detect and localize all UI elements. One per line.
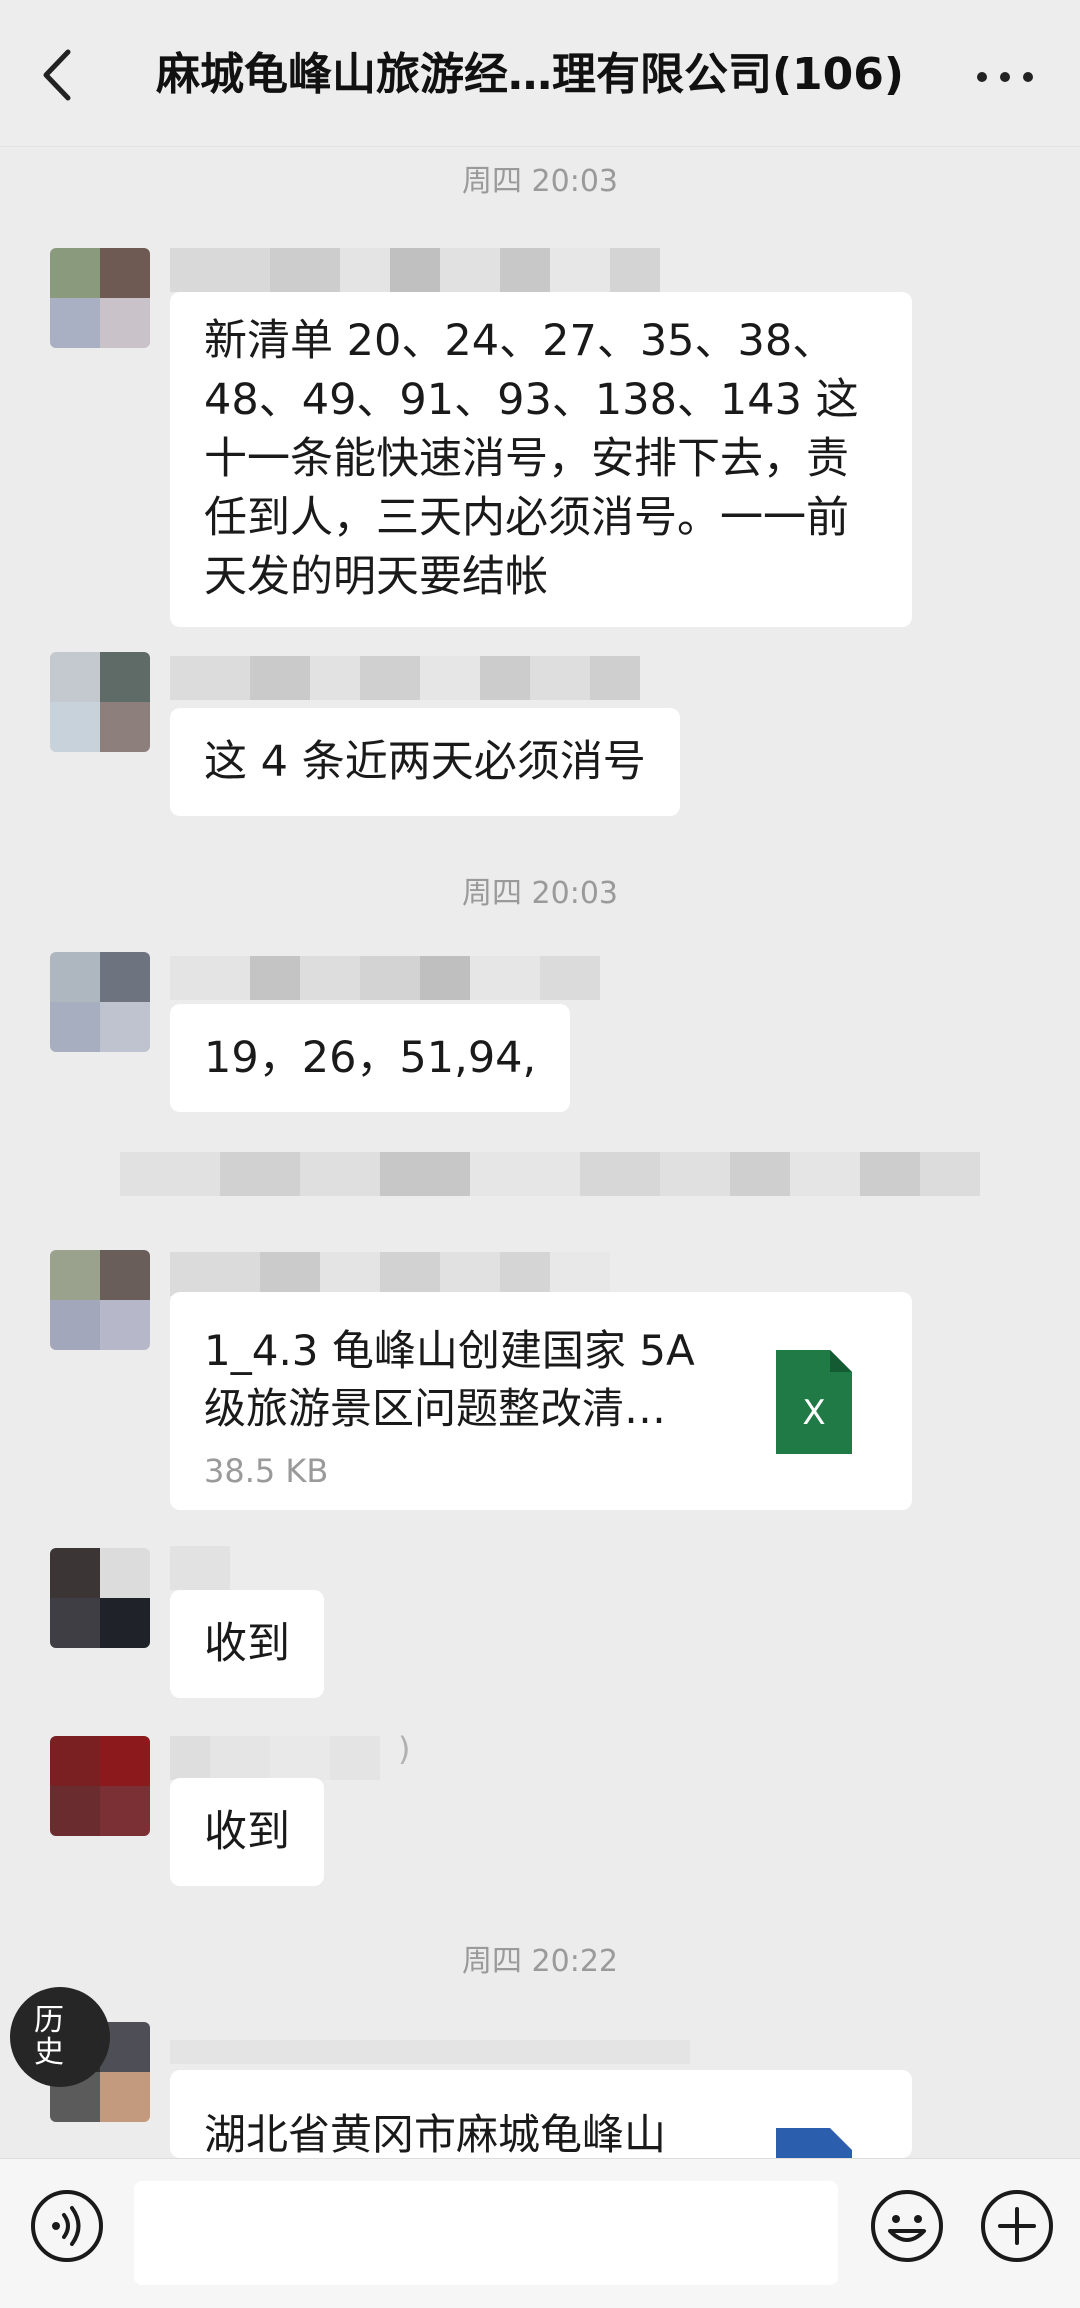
chat-title: 麻城龟峰山旅游经…理有限公司(106) xyxy=(155,49,905,100)
history-label-line: 历 xyxy=(34,2003,64,2038)
sender-name-blurred xyxy=(170,656,700,700)
voice-icon xyxy=(31,2190,103,2262)
message-input[interactable] xyxy=(134,2181,838,2285)
back-button[interactable] xyxy=(28,38,92,112)
message-text-line: 任到人，三天内必须消号。一一前 xyxy=(204,493,849,543)
emoji-button[interactable] xyxy=(868,2187,946,2265)
history-button[interactable]: 历 史 xyxy=(10,1987,110,2087)
sender-name-blurred xyxy=(170,248,690,292)
sender-name-suffix: ) xyxy=(398,1730,411,1768)
more-button[interactable] xyxy=(970,40,1040,110)
excel-file-icon: X xyxy=(776,1350,852,1454)
avatar[interactable] xyxy=(50,248,150,348)
avatar[interactable] xyxy=(50,1250,150,1350)
timestamp: 周四 20:03 xyxy=(462,876,618,911)
file-name-line: 1_4.3 龟峰山创建国家 5A xyxy=(204,1326,695,1375)
excel-letter: X xyxy=(802,1393,825,1433)
message-bubble[interactable]: 这 4 条近两天必须消号 xyxy=(170,708,680,816)
message-text-line: 十一条能快速消号，安排下去，责 xyxy=(204,434,849,484)
avatar[interactable] xyxy=(50,952,150,1052)
word-file-icon xyxy=(776,2128,852,2158)
message-text-line: 48、49、91、93、138、143 这 xyxy=(204,375,859,425)
sender-name-blurred xyxy=(170,1736,410,1780)
sender-name-blurred xyxy=(170,956,690,1000)
plus-circle-icon xyxy=(981,2190,1053,2262)
history-label-line: 史 xyxy=(34,2035,64,2070)
composer-bar xyxy=(0,2158,1080,2308)
emoji-icon xyxy=(871,2190,943,2262)
sender-name-blurred xyxy=(170,1252,690,1296)
message-text-line: 天发的明天要结帐 xyxy=(204,552,548,602)
chat-header: 麻城龟峰山旅游经…理有限公司(106) xyxy=(0,0,1080,147)
ellipsis-icon xyxy=(977,72,1033,82)
avatar[interactable] xyxy=(50,1736,150,1836)
message-bubble[interactable]: 19，26，51,94, xyxy=(170,1004,571,1112)
chevron-left-icon xyxy=(43,49,71,101)
file-message[interactable]: 1_4.3 龟峰山创建国家 5A 级旅游景区问题整改清… 38.5 KB X xyxy=(170,1292,912,1510)
system-notice-blurred xyxy=(120,1152,980,1196)
timestamp: 周四 20:22 xyxy=(462,1944,618,1979)
file-name-line: 级旅游景区问题整改清… xyxy=(204,1384,667,1433)
voice-button[interactable] xyxy=(28,2187,106,2265)
message-bubble[interactable]: 新清单 20、24、27、35、38、 48、49、91、93、138、143 … xyxy=(170,292,912,627)
sender-name-blurred xyxy=(170,2040,690,2064)
message-bubble[interactable]: 收到 xyxy=(170,1590,324,1698)
file-message[interactable]: 湖北省黄冈市麻城龟峰山 xyxy=(170,2070,912,2158)
timestamp: 周四 20:03 xyxy=(462,164,618,199)
sender-name-blurred xyxy=(170,1546,230,1590)
avatar[interactable] xyxy=(50,652,150,752)
message-text-line: 新清单 20、24、27、35、38、 xyxy=(204,316,836,366)
avatar[interactable] xyxy=(50,1548,150,1648)
plus-button[interactable] xyxy=(978,2187,1056,2265)
message-bubble[interactable]: 收到 xyxy=(170,1778,324,1886)
